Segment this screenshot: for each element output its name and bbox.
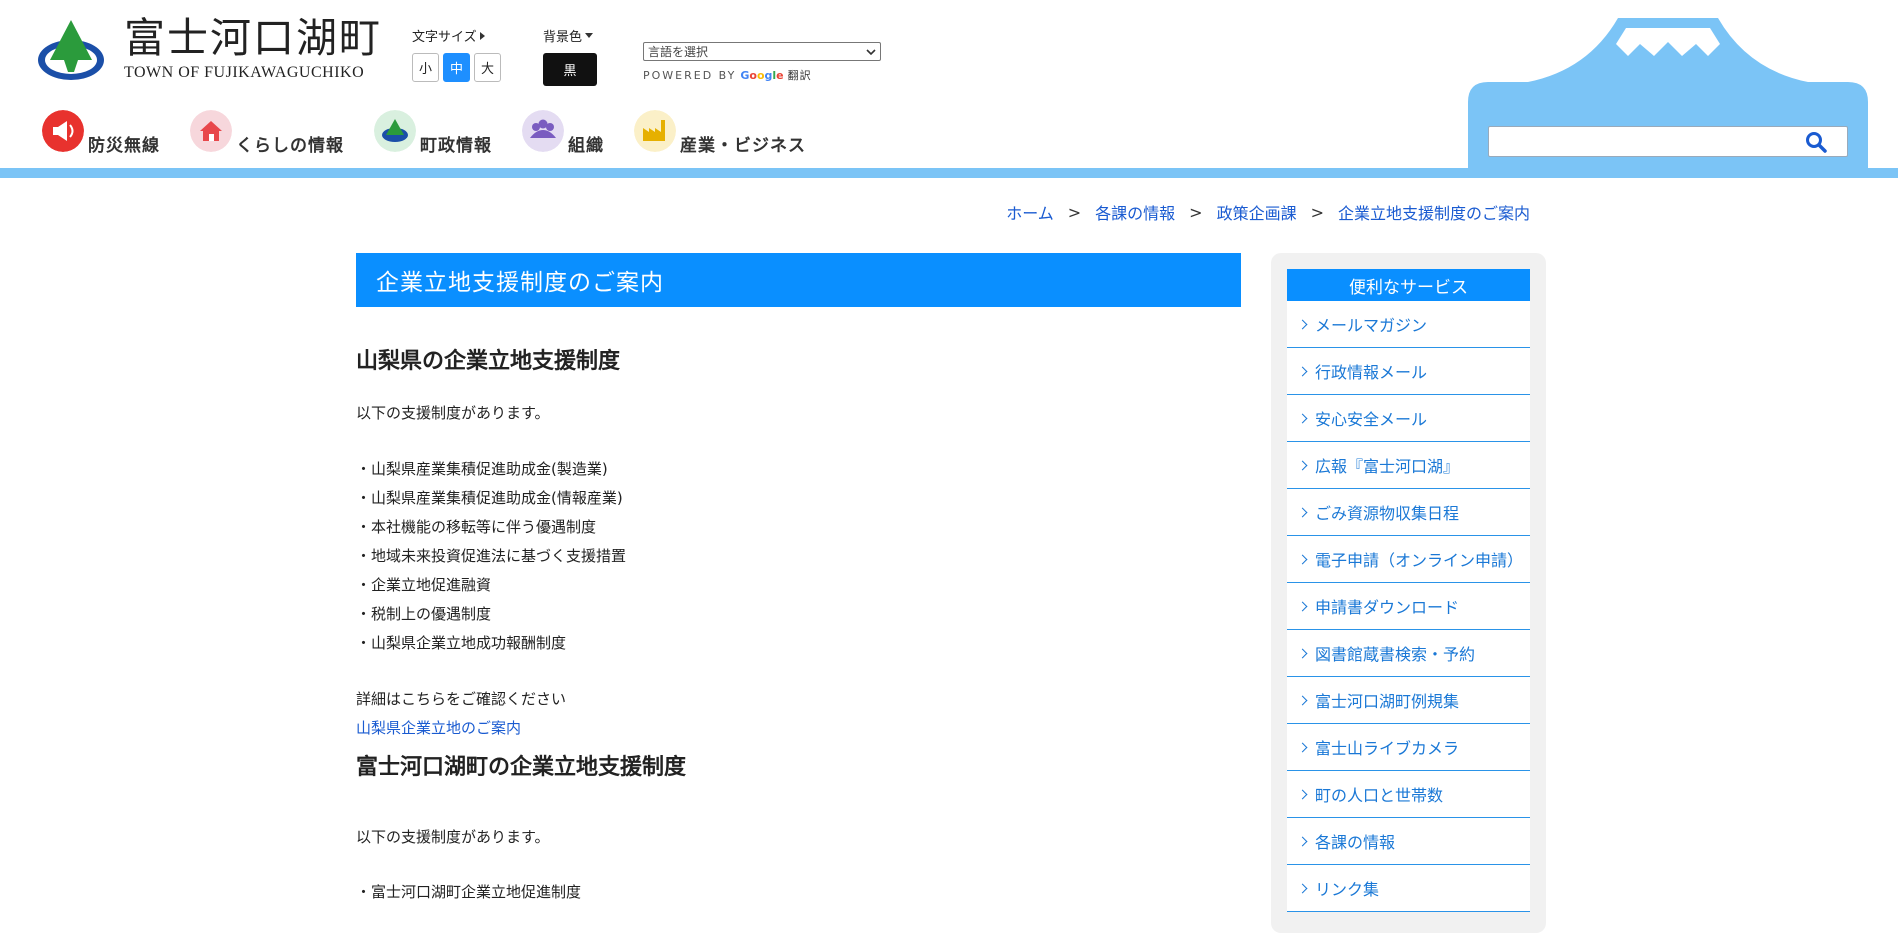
sidebar-item-safety-mail[interactable]: 安心安全メール <box>1287 395 1530 442</box>
chevron-right-icon <box>1297 460 1308 470</box>
list-item: ・税制上の優遇制度 <box>356 605 492 623</box>
powered-by-google: POWERED BY Google 翻訳 <box>643 67 881 83</box>
house-icon <box>190 110 232 152</box>
town-icon <box>374 110 416 152</box>
sidebar-item-town-ordinances[interactable]: 富士河口湖町例規集 <box>1287 677 1530 724</box>
chevron-right-icon <box>1297 742 1308 752</box>
google-logo[interactable]: Google <box>740 69 783 82</box>
page-title: 企業立地支援制度のご案内 <box>356 253 1241 307</box>
nav-label: 防災無線 <box>88 136 160 156</box>
chevron-right-icon <box>1297 648 1308 658</box>
list-item: ・山梨県産業集積促進助成金(製造業) <box>356 460 608 478</box>
list-item: ・企業立地促進融資 <box>356 576 492 594</box>
caret-right-icon <box>479 31 485 40</box>
factory-icon <box>634 110 676 152</box>
nav-label: 組織 <box>568 136 604 156</box>
font-size-control: 文字サイズ 小 中 大 <box>412 26 501 82</box>
font-size-large-button[interactable]: 大 <box>474 53 501 82</box>
list-item: ・本社機能の移転等に伴う優遇制度 <box>356 518 597 536</box>
sidebar-item-form-download[interactable]: 申請書ダウンロード <box>1287 583 1530 630</box>
background-color-control: 背景色 黒 <box>543 26 597 86</box>
font-size-medium-button[interactable]: 中 <box>443 53 470 82</box>
breadcrumb: ホーム > 各課の情報 > 政策企画課 > 企業立地支援制度のご案内 <box>1006 200 1530 224</box>
nav-item-living[interactable]: くらしの情報 <box>190 110 344 156</box>
nav-label: 産業・ビジネス <box>680 136 806 156</box>
list-item: ・山梨県企業立地成功報酬制度 <box>356 634 567 652</box>
people-icon <box>522 110 564 152</box>
support-list-yamanashi: ・山梨県産業集積促進助成金(製造業) ・山梨県産業集積促進助成金(情報産業) ・… <box>356 455 1241 658</box>
chevron-right-icon <box>1297 319 1308 329</box>
sidebar-item-library-search[interactable]: 図書館蔵書検索・予約 <box>1287 630 1530 677</box>
site-name-en: TOWN OF FUJIKAWAGUCHIKO <box>124 64 365 81</box>
list-item: ・地域未来投資促進法に基づく支援措置 <box>356 547 627 565</box>
main-content: 企業立地支援制度のご案内 山梨県の企業立地支援制度 以下の支援制度があります。 … <box>356 253 1241 907</box>
site-header: 富士河口湖町 TOWN OF FUJIKAWAGUCHIKO 文字サイズ 小 中… <box>0 0 1898 178</box>
breadcrumb-separator: > <box>1189 202 1203 222</box>
breadcrumb-separator: > <box>1310 202 1324 222</box>
list-item: ・山梨県産業集積促進助成金(情報産業) <box>356 489 623 507</box>
breadcrumb-separator: > <box>1067 202 1082 222</box>
sidebar-title: 便利なサービス <box>1287 269 1530 301</box>
language-select[interactable]: 言語を選択 <box>643 42 881 61</box>
sidebar: 便利なサービス メールマガジン 行政情報メール 安心安全メール 広報『富士河口湖… <box>1271 253 1546 933</box>
chevron-right-icon <box>1297 507 1308 517</box>
support-list-town: ・富士河口湖町企業立地促進制度 <box>356 878 1241 907</box>
font-size-small-button[interactable]: 小 <box>412 53 439 82</box>
background-black-button[interactable]: 黒 <box>543 53 597 86</box>
useful-services-panel: 便利なサービス メールマガジン 行政情報メール 安心安全メール 広報『富士河口湖… <box>1287 269 1530 912</box>
chevron-right-icon <box>1297 601 1308 611</box>
chevron-right-icon <box>1297 366 1308 376</box>
search-icon[interactable] <box>1805 131 1827 153</box>
sidebar-item-population[interactable]: 町の人口と世帯数 <box>1287 771 1530 818</box>
chevron-right-icon <box>1297 789 1308 799</box>
background-color-label: 背景色 <box>543 30 583 45</box>
chevron-right-icon <box>1297 695 1308 705</box>
translate-label: 翻訳 <box>787 69 812 82</box>
town-emblem-icon <box>38 20 104 80</box>
sidebar-item-mail-magazine[interactable]: メールマガジン <box>1287 301 1530 348</box>
sidebar-item-public-relations[interactable]: 広報『富士河口湖』 <box>1287 442 1530 489</box>
section-heading-town: 富士河口湖町の企業立地支援制度 <box>356 755 687 780</box>
global-nav: 防災無線 くらしの情報 町政情報 組織 産業・ビジネス <box>42 110 836 156</box>
breadcrumb-current-page[interactable]: 企業立地支援制度のご案内 <box>1338 200 1530 224</box>
sidebar-item-online-application[interactable]: 電子申請（オンライン申請） <box>1287 536 1530 583</box>
site-search-input[interactable] <box>1488 126 1848 157</box>
sidebar-item-departments[interactable]: 各課の情報 <box>1287 818 1530 865</box>
site-name-jp: 富士河口湖町 <box>124 14 382 62</box>
site-logo[interactable]: 富士河口湖町 TOWN OF FUJIKAWAGUCHIKO <box>36 16 382 82</box>
chevron-right-icon <box>1297 883 1308 893</box>
nav-item-industry-business[interactable]: 産業・ビジネス <box>634 110 806 156</box>
sidebar-item-garbage-schedule[interactable]: ごみ資源物収集日程 <box>1287 489 1530 536</box>
nav-item-organization[interactable]: 組織 <box>522 110 604 156</box>
section-intro: 以下の支援制度があります。 <box>356 404 550 422</box>
font-size-label: 文字サイズ <box>412 30 477 45</box>
sidebar-item-admin-mail[interactable]: 行政情報メール <box>1287 348 1530 395</box>
powered-by-label: POWERED BY <box>643 68 737 82</box>
chevron-down-icon <box>866 48 876 55</box>
megaphone-icon <box>42 110 84 152</box>
nav-item-town-government[interactable]: 町政情報 <box>374 110 492 156</box>
google-translate-widget: 言語を選択 POWERED BY Google 翻訳 <box>643 42 881 83</box>
chevron-right-icon <box>1297 413 1308 423</box>
caret-down-icon <box>585 33 594 38</box>
breadcrumb-departments-link[interactable]: 各課の情報 <box>1095 200 1175 224</box>
nav-label: くらしの情報 <box>236 136 344 156</box>
chevron-right-icon <box>1297 554 1308 564</box>
nav-label: 町政情報 <box>420 136 492 156</box>
nav-item-disaster-radio[interactable]: 防災無線 <box>42 110 160 156</box>
sidebar-item-fuji-live-camera[interactable]: 富士山ライブカメラ <box>1287 724 1530 771</box>
yamanashi-business-location-link[interactable]: 山梨県企業立地のご案内 <box>356 714 1241 743</box>
breadcrumb-policy-planning-link[interactable]: 政策企画課 <box>1217 200 1297 224</box>
sidebar-item-links[interactable]: リンク集 <box>1287 865 1530 912</box>
breadcrumb-home-link[interactable]: ホーム <box>1006 200 1054 224</box>
section-intro: 以下の支援制度があります。 <box>356 828 550 846</box>
list-item: ・富士河口湖町企業立地促進制度 <box>356 883 582 901</box>
detail-text: 詳細はこちらをご確認ください <box>356 690 567 708</box>
section-heading-yamanashi: 山梨県の企業立地支援制度 <box>356 349 621 374</box>
chevron-right-icon <box>1297 836 1308 846</box>
